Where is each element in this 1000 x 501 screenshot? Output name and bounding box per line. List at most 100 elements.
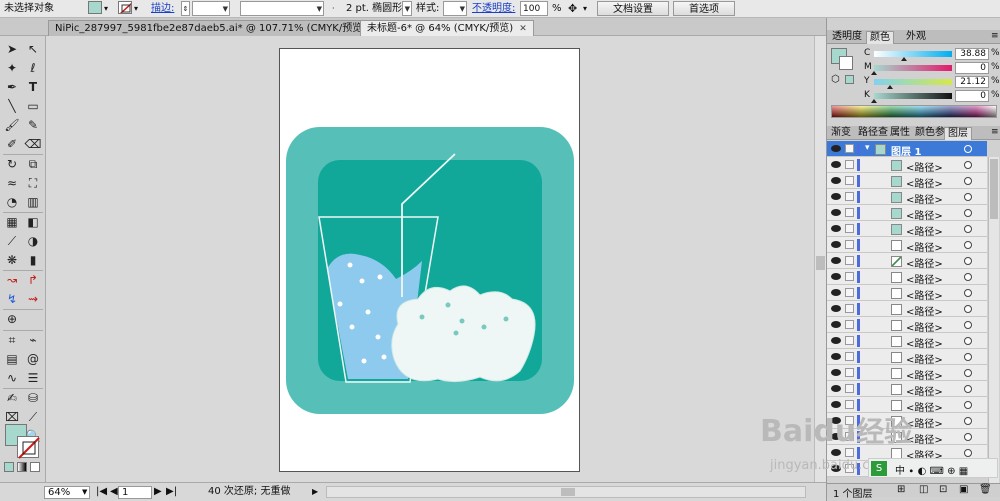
blob-brush-tool-icon[interactable]: ✐ xyxy=(2,136,22,153)
none-mode-icon[interactable] xyxy=(30,462,40,472)
stroke-label[interactable]: 描边: xyxy=(151,1,174,16)
eraser-tool-icon[interactable]: ⌫ xyxy=(23,136,43,153)
tab-color[interactable]: 颜色 xyxy=(866,31,894,44)
panel-menu-icon[interactable]: ≡ xyxy=(991,127,999,137)
type-tool-icon[interactable]: T xyxy=(23,79,43,96)
artboard[interactable] xyxy=(279,48,580,472)
sublayer-row[interactable]: <路径> xyxy=(827,189,987,206)
horizontal-scrollbar[interactable] xyxy=(326,486,806,498)
artboard-tool-icon[interactable]: ⌗ xyxy=(2,332,22,349)
ink-tool-icon[interactable]: ✍ xyxy=(2,390,22,407)
symbol-sprayer-tool-icon[interactable]: ❋ xyxy=(2,252,22,269)
first-artboard-icon[interactable]: |◀ xyxy=(96,486,107,499)
grid-tool-icon[interactable]: ▤ xyxy=(2,351,22,368)
stroke-color-box[interactable] xyxy=(17,436,40,459)
path-target-icon[interactable] xyxy=(964,177,972,185)
sublayer-row[interactable]: <路径> xyxy=(827,285,987,302)
lock-toggle[interactable] xyxy=(845,192,854,201)
path-name[interactable]: <路径> xyxy=(906,335,943,350)
visibility-eye-icon[interactable] xyxy=(831,241,841,248)
delete-layer-icon[interactable]: 🗑 xyxy=(979,484,992,495)
path-name[interactable]: <路径> xyxy=(906,239,943,254)
lock-toggle[interactable] xyxy=(845,240,854,249)
lock-toggle[interactable] xyxy=(845,400,854,409)
line-tool-icon[interactable]: ╲ xyxy=(2,98,22,115)
style-select[interactable]: ▼ xyxy=(443,1,467,16)
tab-transparency[interactable]: 透明度 xyxy=(829,31,865,44)
lock-toggle[interactable] xyxy=(845,208,854,217)
custom-tool-c-icon[interactable]: ↯ xyxy=(2,291,22,308)
opacity-input[interactable]: 100 xyxy=(520,1,548,16)
visibility-eye-icon[interactable] xyxy=(831,193,841,200)
stroke-stepper[interactable]: ⇕ xyxy=(181,1,190,16)
visibility-eye-icon[interactable] xyxy=(831,385,841,392)
warp-tool-icon[interactable]: ≈ xyxy=(2,175,22,192)
custom-tool-a-icon[interactable]: ↝ xyxy=(2,272,22,289)
eyedropper-tool-icon[interactable]: ⟋ xyxy=(2,233,22,250)
path-target-icon[interactable] xyxy=(964,161,972,169)
fill-dropdown-arrow[interactable]: ▾ xyxy=(104,1,108,16)
recolor-icon[interactable]: ✥ xyxy=(568,1,577,16)
status-menu-arrow[interactable]: ▶ xyxy=(312,486,318,499)
tab-attributes[interactable]: 属性 xyxy=(887,127,913,140)
sublayer-row[interactable]: <路径> xyxy=(827,365,987,382)
magic-wand-tool-icon[interactable]: ✦ xyxy=(2,60,22,77)
path-name[interactable]: <路径> xyxy=(906,303,943,318)
paintbrush-tool-icon[interactable]: 🖌 xyxy=(2,117,22,134)
next-artboard-icon[interactable]: ▶ xyxy=(154,486,162,499)
lock-toggle[interactable] xyxy=(845,368,854,377)
visibility-eye-icon[interactable] xyxy=(831,257,841,264)
path-name[interactable]: <路径> xyxy=(906,191,943,206)
layer-row-main[interactable]: ▾ 图层 1 xyxy=(827,141,987,158)
paint-bucket-tool-icon[interactable]: ⛁ xyxy=(23,390,43,407)
path-target-icon[interactable] xyxy=(964,289,972,297)
path-name[interactable]: <路径> xyxy=(906,255,943,270)
path-name[interactable]: <路径> xyxy=(906,367,943,382)
lock-toggle[interactable] xyxy=(845,352,854,361)
visibility-eye-icon[interactable] xyxy=(831,321,841,328)
variable-width-select[interactable]: ▼ xyxy=(240,1,324,16)
slider-row-m[interactable]: M 0 % xyxy=(829,62,1000,75)
path-target-icon[interactable] xyxy=(964,385,972,393)
path-target-icon[interactable] xyxy=(964,273,972,281)
path-name[interactable]: <路径> xyxy=(906,351,943,366)
path-name[interactable]: <路径> xyxy=(906,383,943,398)
new-sublayer-icon[interactable]: ⊡ xyxy=(939,484,947,495)
perspective-grid-tool-icon[interactable]: ▥ xyxy=(23,194,43,211)
path-name[interactable]: <路径> xyxy=(906,175,943,190)
custom-tool-d-icon[interactable]: ⇝ xyxy=(23,291,43,308)
slider-row-y[interactable]: Y 21.12 % xyxy=(829,76,1000,89)
visibility-eye-icon[interactable] xyxy=(831,209,841,216)
path-name[interactable]: <路径> xyxy=(906,287,943,302)
path-name[interactable]: <路径> xyxy=(906,207,943,222)
visibility-eye-icon[interactable] xyxy=(831,337,841,344)
lock-toggle[interactable] xyxy=(845,272,854,281)
artboard-number[interactable]: 1 xyxy=(118,486,152,499)
lock-toggle[interactable] xyxy=(845,224,854,233)
lock-toggle[interactable] xyxy=(845,288,854,297)
visibility-eye-icon[interactable] xyxy=(831,161,841,168)
lock-toggle[interactable] xyxy=(845,384,854,393)
scale-tool-icon[interactable]: ⧉ xyxy=(23,156,43,173)
visibility-eye-icon[interactable] xyxy=(831,353,841,360)
lock-toggle[interactable] xyxy=(845,336,854,345)
path-name[interactable]: <路径> xyxy=(906,159,943,174)
tab-gradient[interactable]: 渐变 xyxy=(828,127,854,140)
new-layer-icon[interactable]: ▣ xyxy=(959,484,968,495)
list-tool-icon[interactable]: ☰ xyxy=(23,370,43,387)
path-target-icon[interactable] xyxy=(964,305,972,313)
direct-selection-tool-icon[interactable]: ↖ xyxy=(23,41,43,58)
lock-toggle[interactable] xyxy=(845,304,854,313)
path-target-icon[interactable] xyxy=(964,241,972,249)
sublayer-row[interactable]: <路径> xyxy=(827,349,987,366)
cup-and-cloud-illustration[interactable] xyxy=(280,49,581,473)
path-target-icon[interactable] xyxy=(964,321,972,329)
blend-tool-icon[interactable]: ◑ xyxy=(23,233,43,250)
visibility-eye-icon[interactable] xyxy=(831,401,841,408)
custom-tool-b-icon[interactable]: ↱ xyxy=(23,272,43,289)
sublayer-row[interactable]: <路径> xyxy=(827,301,987,318)
gradient-mode-icon[interactable] xyxy=(17,462,27,472)
recolor-dropdown-arrow[interactable]: ▾ xyxy=(583,1,587,16)
stroke-swatch[interactable] xyxy=(118,1,132,14)
lock-toggle[interactable] xyxy=(845,320,854,329)
